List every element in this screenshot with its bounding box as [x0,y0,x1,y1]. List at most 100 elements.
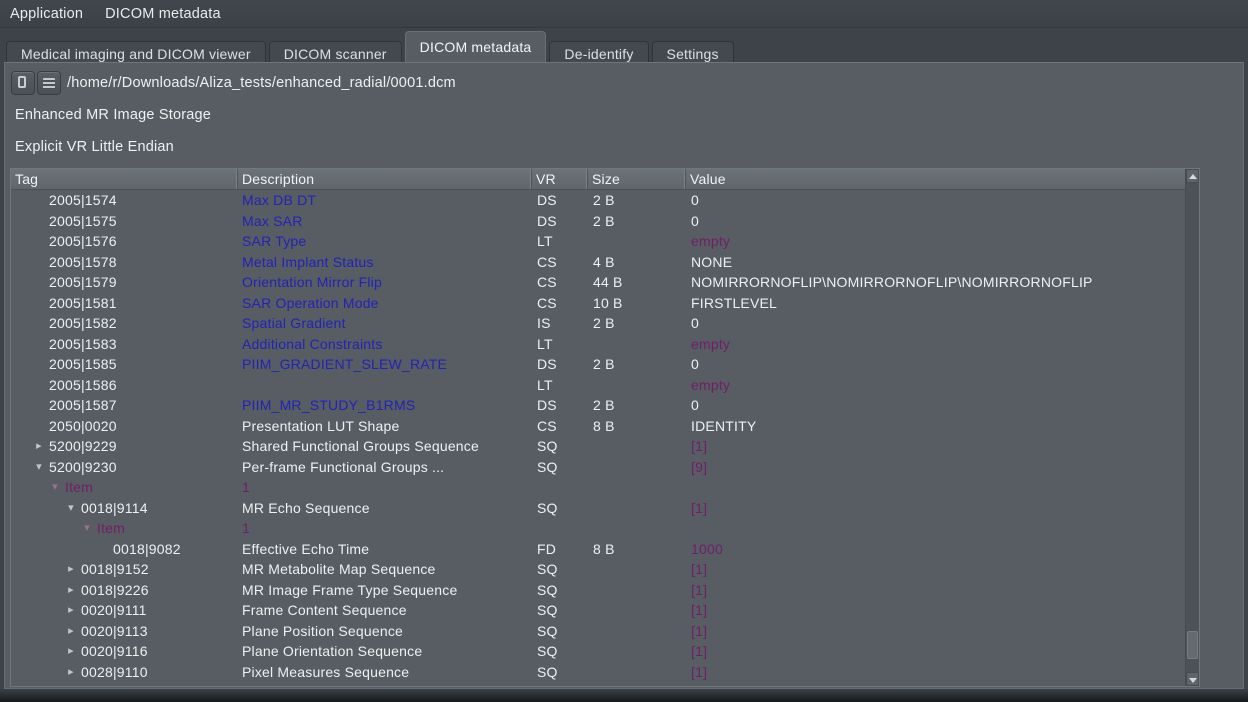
dicom-metadata-panel: /home/r/Downloads/Aliza_tests/enhanced_r… [4,62,1244,689]
series-list-button[interactable] [37,71,61,95]
size-cell: 2 B [588,354,686,375]
metadata-tbody: 2005|1574 Max DB DT DS 2 B 0 2005|1575 M… [11,190,1185,682]
menu-item-dicom-metadata[interactable]: DICOM metadata [105,6,221,22]
vr-cell: SQ [532,457,588,478]
description-cell: Max SAR [238,211,532,232]
table-row[interactable]: ▾Item 1 [11,518,1185,539]
indent-spacer [29,569,61,570]
expander-icon[interactable]: ▾ [77,518,97,539]
expander-icon[interactable]: ▸ [61,662,81,683]
tag-cell: 2005|1583 [11,334,238,355]
size-cell [588,518,686,539]
tag-cell: 2005|1578 [11,252,238,273]
tag-text: 2005|1576 [49,231,117,252]
tag-cell: 2005|1574 [11,190,238,211]
scroll-down-button[interactable] [1186,672,1199,686]
indent-spacer [29,548,93,549]
column-header-vr[interactable]: VR [532,169,588,189]
expander-icon[interactable]: ▾ [61,498,81,519]
table-row[interactable]: 0018|9082 Effective Echo Time FD 8 B 100… [11,539,1185,560]
list-icon [43,78,55,89]
size-cell [588,621,686,642]
size-cell [588,231,686,252]
table-row[interactable]: 2050|0020 Presentation LUT Shape CS 8 B … [11,416,1185,437]
size-cell [588,477,686,498]
vr-cell: DS [532,211,588,232]
vr-cell: SQ [532,641,588,662]
column-header-tag[interactable]: Tag [11,169,238,189]
column-header-description[interactable]: Description [238,169,532,189]
expander-icon[interactable]: ▾ [29,457,49,478]
vertical-scrollbar[interactable] [1185,169,1199,686]
table-row[interactable]: 2005|1587 PIIM_MR_STUDY_B1RMS DS 2 B 0 [11,395,1185,416]
tag-cell: ▾Item [11,518,238,539]
value-cell: [1] [686,600,1185,621]
expander-icon[interactable]: ▸ [61,580,81,601]
size-cell [588,580,686,601]
tab-dicom-metadata[interactable]: DICOM metadata [405,31,547,62]
table-row[interactable]: 2005|1583 Additional Constraints LT empt… [11,334,1185,355]
indent-spacer [29,507,61,508]
table-row[interactable]: ▾5200|9230 Per-frame Functional Groups .… [11,457,1185,478]
tag-text: 2005|1581 [49,293,117,314]
size-cell [588,662,686,683]
table-row[interactable]: 2005|1582 Spatial Gradient IS 2 B 0 [11,313,1185,334]
table-row[interactable]: ▾0018|9114 MR Echo Sequence SQ [1] [11,498,1185,519]
description-cell: Spatial Gradient [238,313,532,334]
column-header-size[interactable]: Size [588,169,686,189]
scroll-up-button[interactable] [1186,169,1199,183]
menu-item-application[interactable]: Application [10,6,83,22]
vr-cell: CS [532,272,588,293]
expander-icon[interactable]: ▸ [29,436,49,457]
table-row[interactable]: 2005|1578 Metal Implant Status CS 4 B NO… [11,252,1185,273]
table-row[interactable]: ▸0028|9110 Pixel Measures Sequence SQ [1… [11,662,1185,683]
indent-spacer [29,589,61,590]
expander-icon[interactable]: ▾ [45,477,65,498]
expander-icon[interactable]: ▸ [61,621,81,642]
expander-icon[interactable]: ▸ [61,559,81,580]
description-cell: Pixel Measures Sequence [238,662,532,683]
indent-spacer [29,528,77,529]
value-cell: [1] [686,621,1185,642]
value-cell: [1] [686,436,1185,457]
expander-icon[interactable]: ▸ [61,641,81,662]
open-file-button[interactable] [11,71,35,95]
value-cell: 0 [686,354,1185,375]
scrollbar-thumb[interactable] [1187,631,1198,659]
table-row[interactable]: ▾Item 1 [11,477,1185,498]
tag-text: 2005|1586 [49,375,117,396]
expander-icon[interactable]: ▸ [61,600,81,621]
tag-text: 0028|9110 [81,662,148,683]
indent-spacer [29,671,61,672]
column-header-value[interactable]: Value [686,169,1185,189]
size-cell: 44 B [588,272,686,293]
size-cell [588,600,686,621]
table-row[interactable]: 2005|1575 Max SAR DS 2 B 0 [11,211,1185,232]
table-row[interactable]: ▸0020|9111 Frame Content Sequence SQ [1] [11,600,1185,621]
table-row[interactable]: ▸0018|9152 MR Metabolite Map Sequence SQ… [11,559,1185,580]
size-cell [588,436,686,457]
vr-cell: DS [532,354,588,375]
vr-cell: LT [532,231,588,252]
value-cell: empty [686,334,1185,355]
table-row[interactable]: ▸0020|9113 Plane Position Sequence SQ [1… [11,621,1185,642]
table-row[interactable]: ▸0020|9116 Plane Orientation Sequence SQ… [11,641,1185,662]
description-cell: Metal Implant Status [238,252,532,273]
tag-text: 0018|9226 [81,580,149,601]
table-row[interactable]: 2005|1574 Max DB DT DS 2 B 0 [11,190,1185,211]
tag-text: 0018|9152 [81,559,149,580]
table-row[interactable]: 2005|1585 PIIM_GRADIENT_SLEW_RATE DS 2 B… [11,354,1185,375]
description-cell: MR Image Frame Type Sequence [238,580,532,601]
table-row[interactable]: 2005|1586 LT empty [11,375,1185,396]
table-row[interactable]: 2005|1579 Orientation Mirror Flip CS 44 … [11,272,1185,293]
indent-spacer [29,487,45,488]
description-cell: MR Metabolite Map Sequence [238,559,532,580]
description-cell: Shared Functional Groups Sequence [238,436,532,457]
table-row[interactable]: 2005|1581 SAR Operation Mode CS 10 B FIR… [11,293,1185,314]
size-cell [588,641,686,662]
table-row[interactable]: ▸0018|9226 MR Image Frame Type Sequence … [11,580,1185,601]
table-row[interactable]: 2005|1576 SAR Type LT empty [11,231,1185,252]
value-cell: [9] [686,457,1185,478]
table-header-row: Tag Description VR Size Value [11,169,1185,190]
table-row[interactable]: ▸5200|9229 Shared Functional Groups Sequ… [11,436,1185,457]
